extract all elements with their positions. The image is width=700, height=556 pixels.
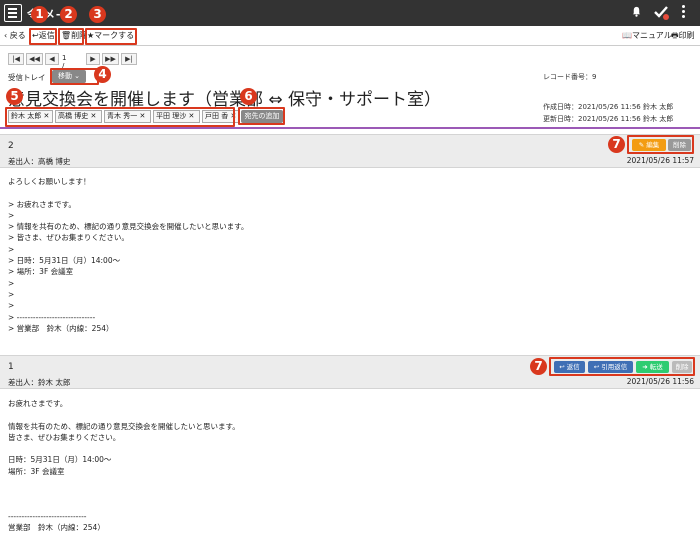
message-date: 2021/05/26 11:56 [626,377,694,386]
message-number: 1 [8,362,14,372]
last-page-button[interactable]: ▶| [121,53,137,65]
folder-label: 受信トレイ [8,73,46,82]
callout-badge: 5 [6,88,23,105]
created-at: 作成日時：2021/05/26 11:56 鈴木 太郎 [543,103,674,111]
divider [0,127,700,129]
highlight-actions [549,357,695,376]
back-label: 戻る [9,31,26,40]
notification-dot [663,14,669,20]
highlight-reply [29,28,57,45]
callout-badge: 2 [60,6,77,23]
highlight-actions [627,135,694,154]
first-page-button[interactable]: |◀ [8,53,24,65]
menu-icon[interactable] [4,4,22,22]
back-button[interactable]: ‹ 戻る [4,29,26,43]
prev-fast-button[interactable]: ◀◀ [26,53,43,65]
manual-link[interactable]: 📖マニュアル [622,29,672,43]
next-button[interactable]: ▶ [86,53,100,65]
message-date: 2021/05/26 11:57 [626,156,694,165]
callout-badge: 1 [31,6,48,23]
highlight-delete [58,28,84,45]
message-body: お疲れさまです。 情報を共有のため、標記の通り意見交換会を開催したいと思います。… [8,399,240,533]
record-number: レコード番号：9 [543,73,597,81]
message-sender: 差出人：鈴木 太郎 [8,378,71,387]
callout-badge: 7 [530,358,547,375]
more-options-icon[interactable] [682,4,686,20]
manual-label: マニュアル [631,31,672,40]
callout-badge: 6 [240,88,257,105]
message-header: 2 差出人：高橋 博史 2021/05/26 11:57 [0,134,700,168]
highlight-move [50,68,99,85]
todo-check-icon[interactable] [653,4,669,20]
message-number: 2 [8,141,14,151]
highlight-add-recipient [238,107,285,125]
bell-icon[interactable] [631,6,642,17]
updated-at: 更新日時：2021/05/26 11:56 鈴木 太郎 [543,115,674,123]
print-button[interactable]: 🖶印刷 [671,29,695,43]
message-sender: 差出人：高橋 博史 [8,157,71,166]
callout-badge: 4 [94,66,111,83]
print-label: 印刷 [678,31,695,40]
message-body: よろしくお願いします！ > お疲れさまです。 > > 情報を共有のため、標記の通… [8,177,249,333]
highlight-mark [85,28,137,45]
prev-button[interactable]: ◀ [45,53,59,65]
highlight-recipients [5,107,235,127]
next-fast-button[interactable]: ▶▶ [102,53,119,65]
callout-badge: 7 [608,136,625,153]
callout-badge: 3 [89,6,106,23]
